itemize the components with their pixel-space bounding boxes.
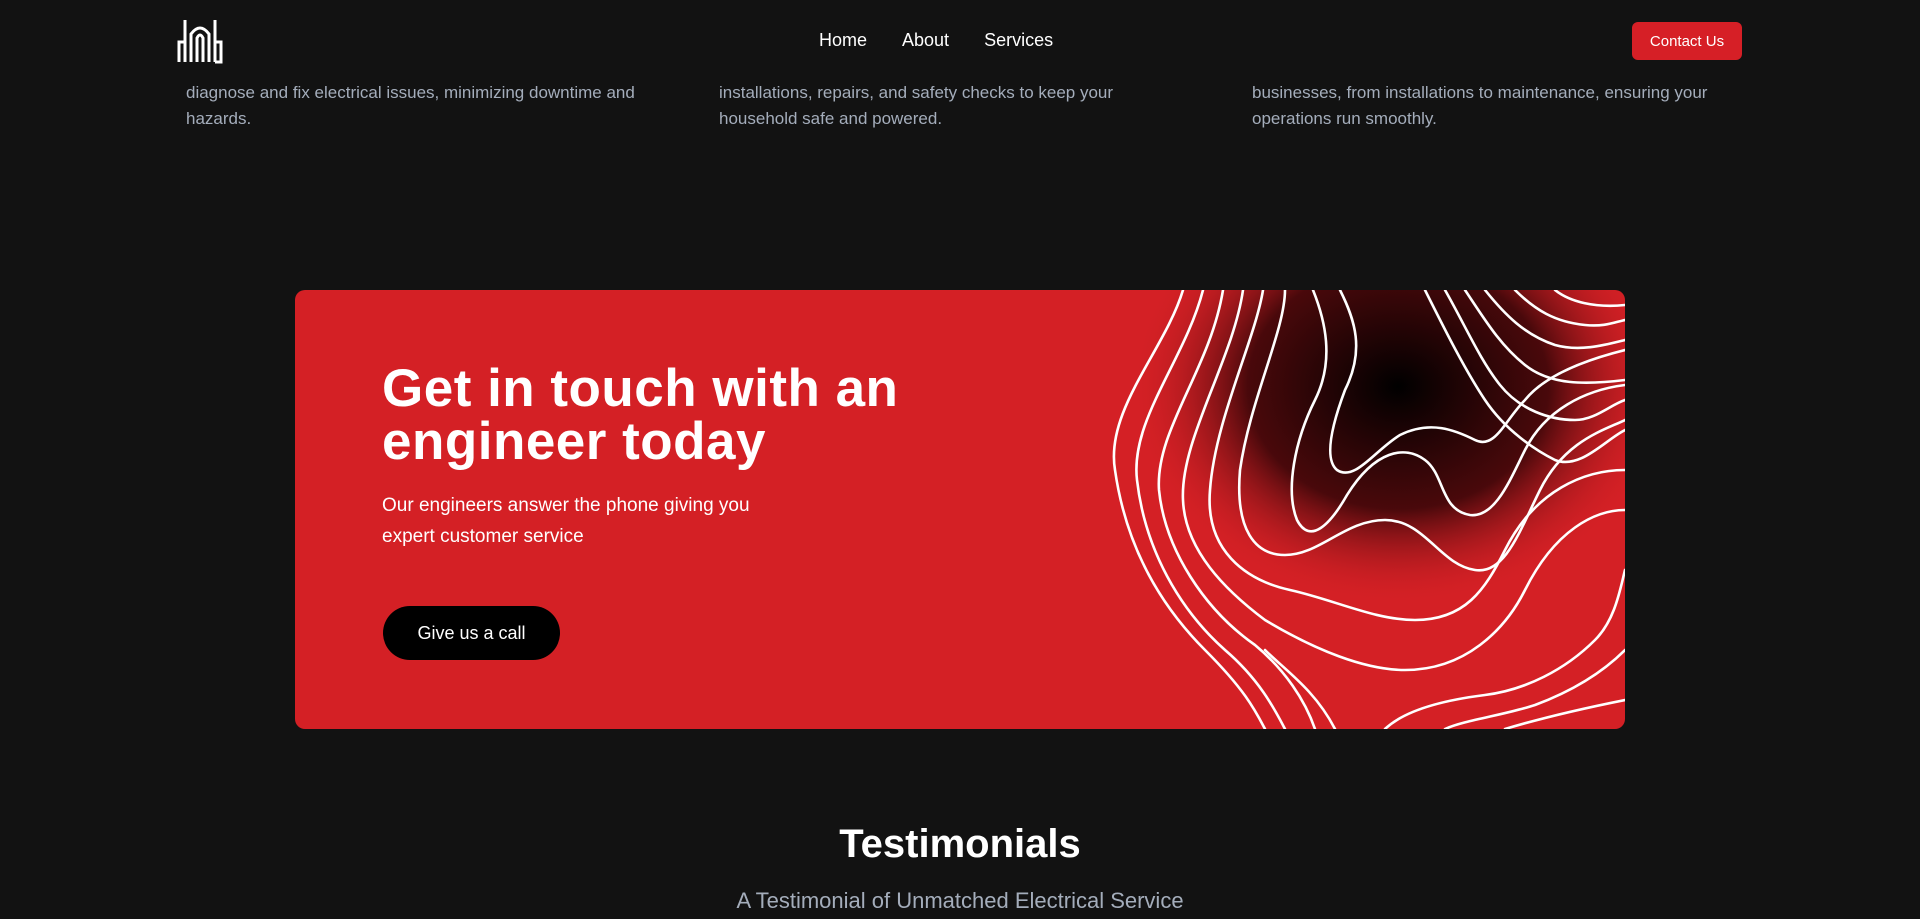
service-card-1: diagnose and fix electrical issues, mini… [186, 80, 676, 132]
site-header: Home About Services Contact Us [0, 0, 1920, 82]
cta-title: Get in touch with an engineer today [382, 362, 1022, 468]
service-card-3: businesses, from installations to mainte… [1252, 80, 1742, 132]
nav-services[interactable]: Services [984, 30, 1053, 51]
service-card-2: installations, repairs, and safety check… [719, 80, 1159, 132]
main-nav: Home About Services [819, 30, 1053, 51]
cta-title-line2: engineer today [382, 412, 766, 471]
cta-subtitle: Our engineers answer the phone giving yo… [382, 490, 802, 552]
nav-about[interactable]: About [902, 30, 949, 51]
cta-title-line1: Get in touch with an [382, 359, 899, 418]
nav-home[interactable]: Home [819, 30, 867, 51]
service-description: installations, repairs, and safety check… [719, 83, 1114, 128]
cta-subtitle-line2: expert customer service [382, 526, 584, 547]
topographic-lines-art [1085, 290, 1625, 729]
testimonials-title: Testimonials [839, 822, 1081, 866]
testimonials-subtitle: A Testimonial of Unmatched Electrical Se… [736, 888, 1184, 913]
logo-icon[interactable] [176, 18, 224, 64]
cta-banner: Get in touch with an engineer today Our … [295, 290, 1625, 729]
contact-us-button[interactable]: Contact Us [1632, 22, 1742, 60]
service-description: diagnose and fix electrical issues, mini… [186, 83, 635, 128]
service-description: businesses, from installations to mainte… [1252, 83, 1708, 128]
cta-subtitle-line1: Our engineers answer the phone giving yo… [382, 495, 750, 516]
give-us-a-call-button[interactable]: Give us a call [383, 606, 560, 660]
